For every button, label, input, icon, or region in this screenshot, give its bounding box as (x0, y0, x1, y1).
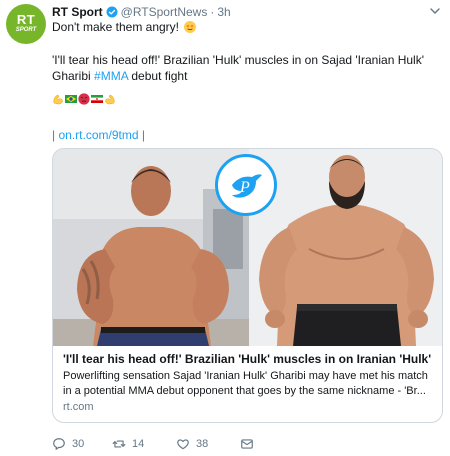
card-domain: rt.com (63, 401, 94, 413)
avatar-logo-subtext: SPORT (15, 27, 37, 33)
direct-message-button[interactable] (240, 437, 254, 451)
tweet-header: RT Sport @RTSportNews · 3h (52, 4, 231, 20)
verified-badge-icon (106, 6, 118, 18)
flexed-biceps-icon (105, 94, 115, 105)
tweet-text-line-1: Don't make them angry! (52, 19, 437, 35)
card-description: Powerlifting sensation Sajad 'Iranian Hu… (63, 369, 435, 399)
tweet-link-line: | on.rt.com/9tmd | (52, 127, 437, 143)
tweet-actions: 30 14 38 (52, 436, 254, 452)
card-image[interactable]: P (53, 149, 442, 346)
retweet-count: 14 (132, 438, 145, 450)
avatar[interactable]: RT SPORT (6, 4, 46, 44)
tweet: RT SPORT RT Sport @RTSportNews · 3h Don'… (0, 0, 450, 456)
short-link[interactable]: on.rt.com/9tmd (58, 128, 138, 142)
bird-logo-watermark-icon: P (215, 154, 277, 216)
tweet-headline-end: debut fight (128, 69, 188, 83)
avatar-logo-text: RT (16, 12, 36, 27)
iran-flag-icon (91, 95, 103, 103)
reply-count: 30 (72, 438, 85, 450)
brazil-flag-icon (65, 95, 77, 103)
svg-text:P: P (239, 179, 250, 196)
display-name[interactable]: RT Sport (52, 5, 103, 19)
message-icon (241, 439, 253, 449)
flexed-biceps-icon (53, 94, 63, 105)
angry-face-icon (78, 93, 90, 105)
card-description-line-1: Powerlifting sensation Sajad 'Iranian Hu… (63, 370, 428, 382)
tweet-timestamp[interactable]: 3h (217, 5, 230, 19)
face-emoji-icon (184, 21, 197, 33)
separator-dot: · (210, 5, 215, 19)
chevron-down-icon[interactable] (430, 6, 440, 16)
reply-button[interactable]: 30 (52, 437, 112, 451)
emoji-row (52, 93, 437, 105)
card-title[interactable]: 'I'll tear his head off!' Brazilian 'Hul… (63, 352, 435, 367)
reply-icon (53, 438, 65, 450)
link-preview-card[interactable]: P 'I'll tear his head off!' Brazilian 'H… (52, 148, 443, 423)
like-count: 38 (196, 438, 209, 450)
link-suffix: | (141, 128, 145, 142)
link-prefix: | (52, 128, 56, 142)
card-description-line-2: in a potential MMA debut opponent that g… (63, 385, 426, 397)
like-button[interactable]: 38 (176, 437, 240, 451)
account-handle[interactable]: @RTSportNews (121, 5, 208, 19)
retweet-icon (112, 440, 126, 448)
retweet-button[interactable]: 14 (112, 437, 176, 451)
tweet-text: Don't make them angry! (52, 20, 180, 34)
hashtag-link[interactable]: #MMA (94, 69, 128, 83)
like-icon (177, 439, 189, 450)
iranian-hulk-photo (249, 149, 442, 346)
tweet-text-line-2: 'I'll tear his head off!' Brazilian 'Hul… (52, 52, 437, 84)
